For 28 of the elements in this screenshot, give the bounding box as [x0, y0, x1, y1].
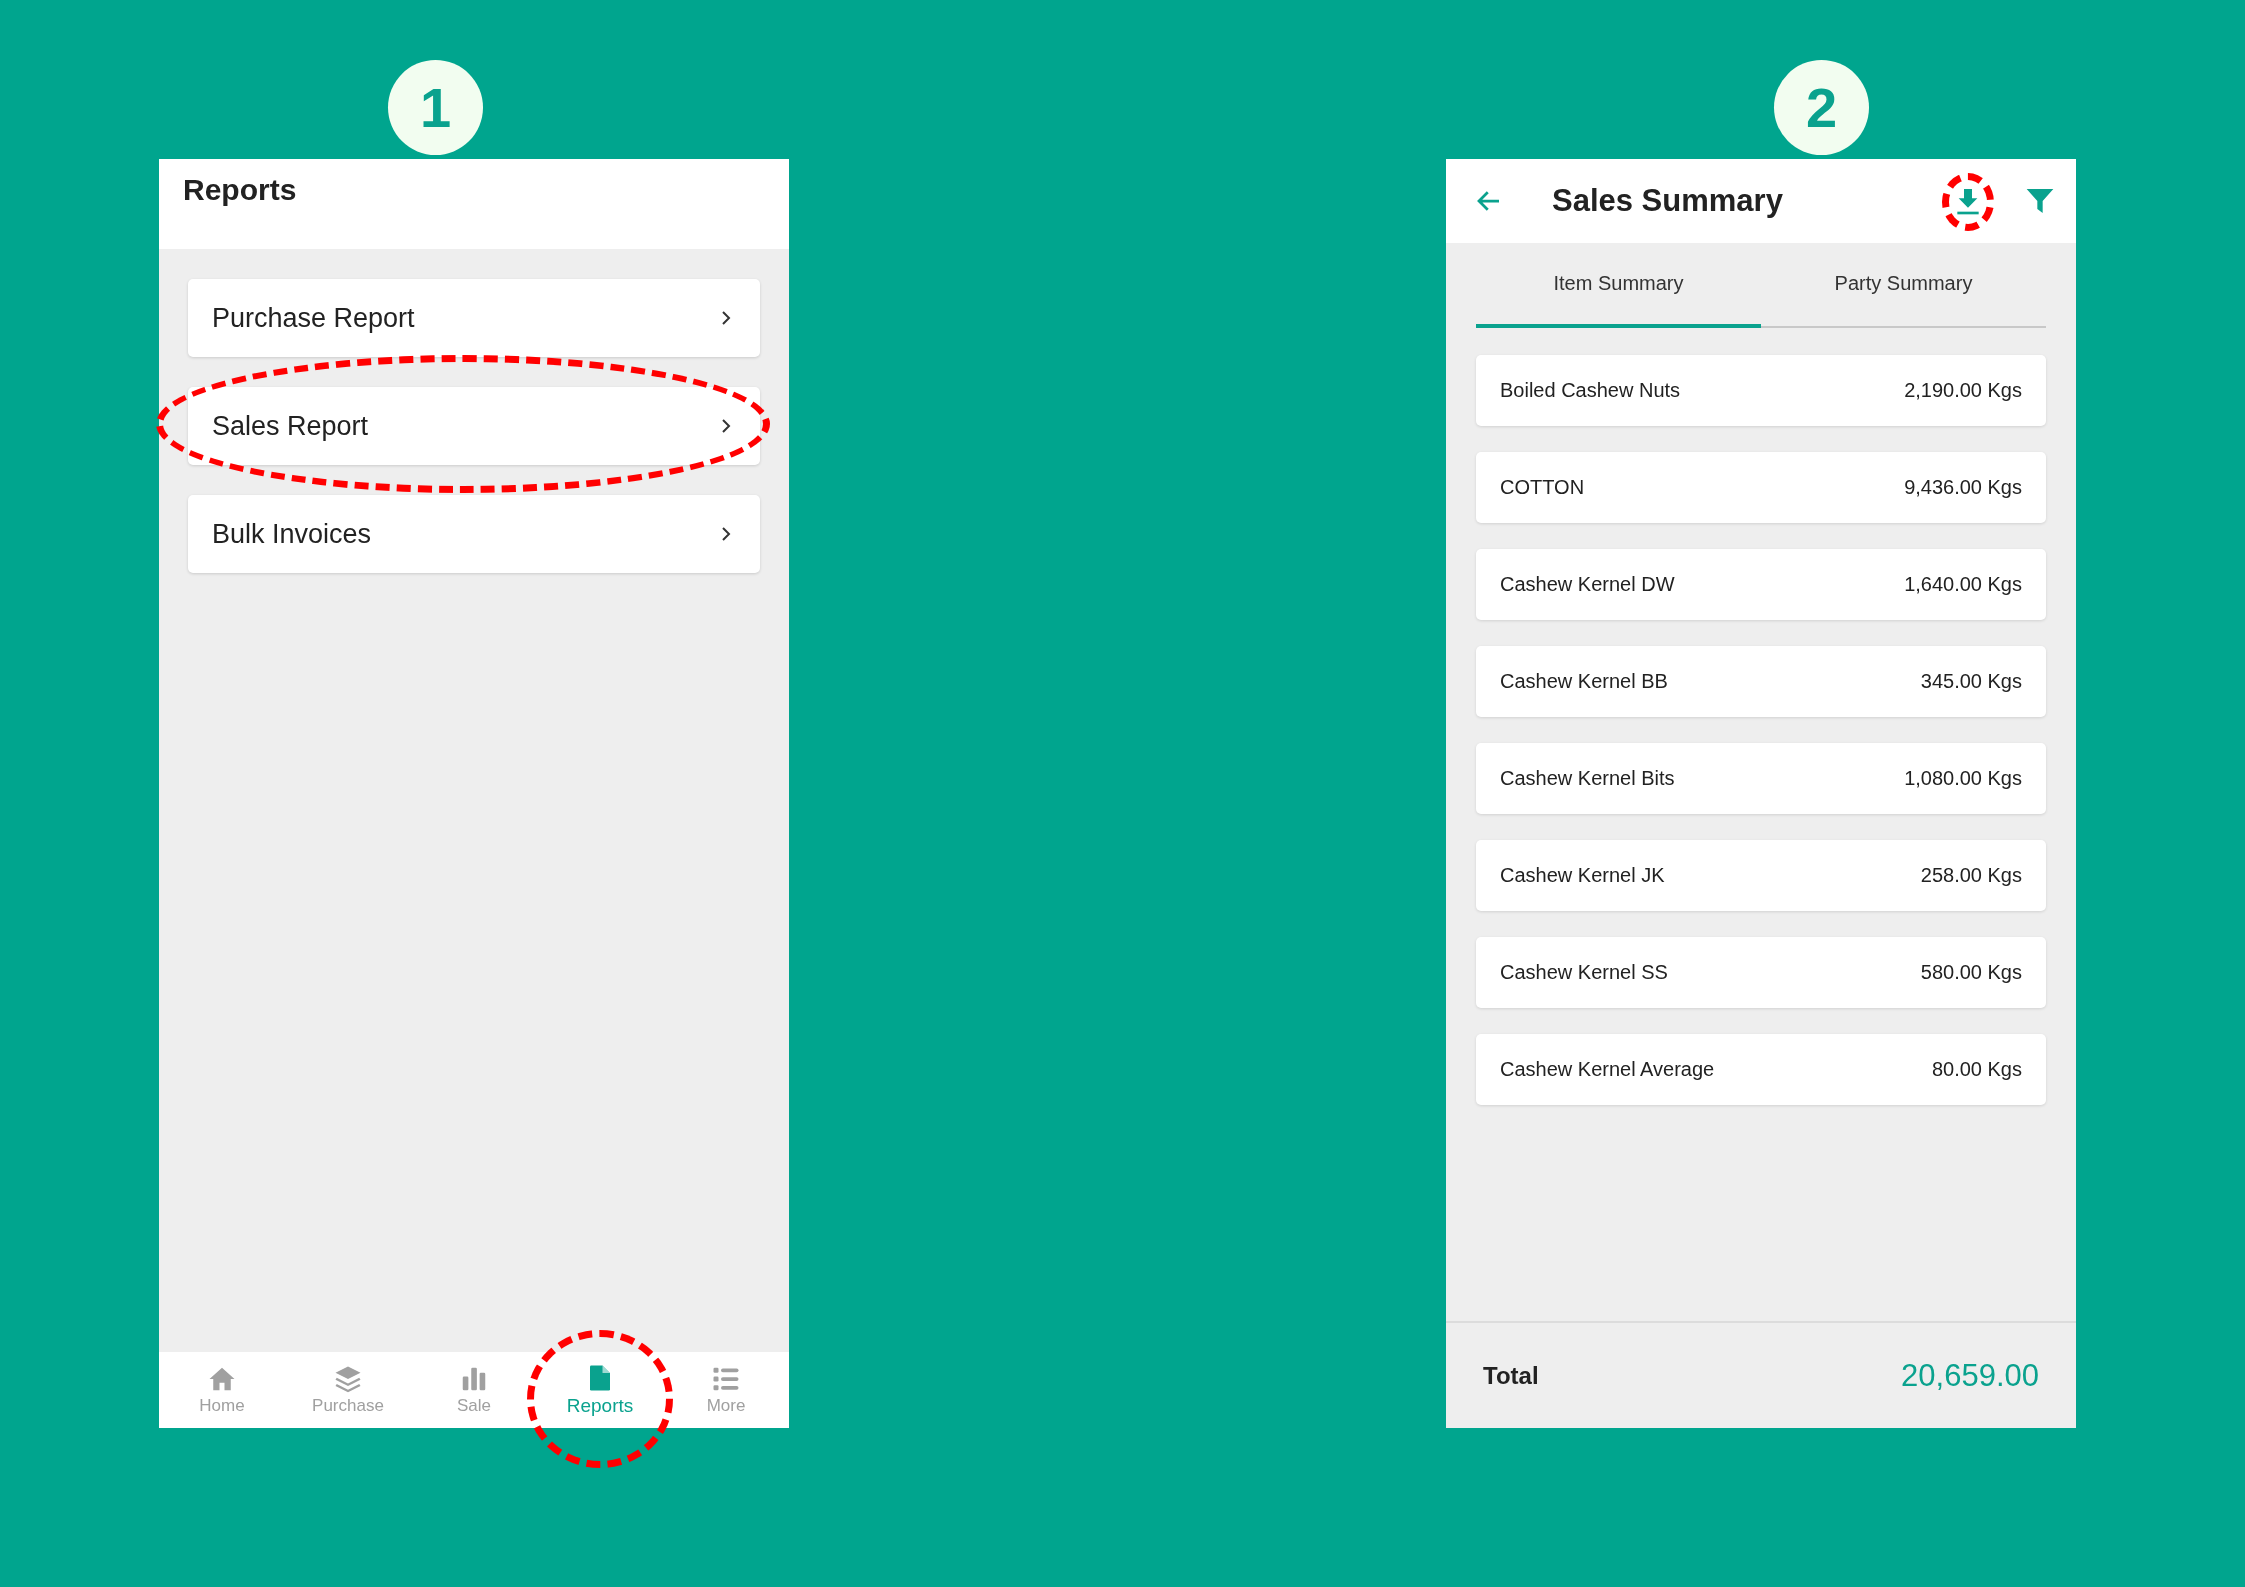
layers-icon: [333, 1364, 363, 1394]
step-badge: 1: [388, 60, 483, 155]
item-name: Cashew Kernel Average: [1500, 1058, 1715, 1081]
quantity: 1,080.00 Kgs: [1904, 767, 2022, 790]
screen-title: Sales Summary: [1552, 183, 1784, 219]
step-badge: 2: [1774, 60, 1869, 155]
quantity: 80.00 Kgs: [1931, 1058, 2022, 1081]
total-label: Total: [1483, 1361, 1539, 1390]
total-value: 20,659.00: [1901, 1357, 2039, 1394]
screen-title: Reports: [183, 173, 298, 207]
item-name: Boiled Cashew Nuts: [1500, 379, 1681, 402]
item-name: Cashew Kernel Bits: [1500, 767, 1675, 790]
item-name: Cashew Kernel BB: [1500, 670, 1668, 693]
quantity: 1,640.00 Kgs: [1904, 573, 2022, 596]
item-name: Cashew Kernel DW: [1500, 573, 1675, 596]
menu-item[interactable]: Sales Report: [188, 387, 760, 465]
quantity: 9,436.00 Kgs: [1904, 476, 2022, 499]
menu-item[interactable]: Purchase Report: [188, 279, 760, 357]
quantity: 345.00 Kgs: [1920, 670, 2022, 693]
item-name: Cashew Kernel SS: [1500, 961, 1668, 984]
quantity: 258.00 Kgs: [1920, 864, 2022, 887]
item-name: Cashew Kernel JK: [1500, 864, 1665, 887]
quantity: 580.00 Kgs: [1920, 961, 2022, 984]
item-name: COTTON: [1500, 476, 1585, 499]
tab[interactable]: Party Summary: [1761, 243, 2046, 328]
menu-item[interactable]: Bulk Invoices: [188, 495, 760, 573]
tab[interactable]: Item Summary: [1476, 243, 1761, 328]
quantity: 2,190.00 Kgs: [1904, 379, 2022, 402]
